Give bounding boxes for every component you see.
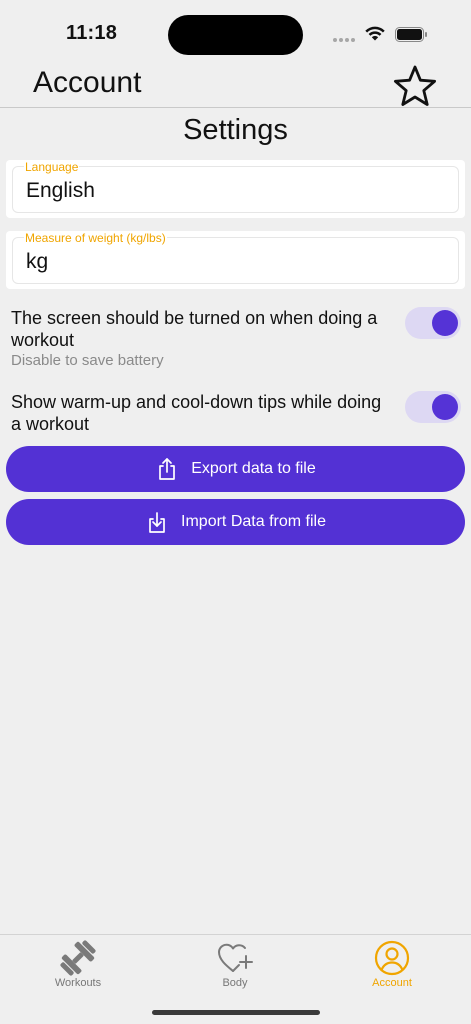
- cellular-signal-icon: [333, 38, 355, 42]
- settings-heading: Settings: [183, 114, 288, 146]
- tab-account-label: Account: [372, 977, 412, 989]
- export-data-label: Export data to file: [191, 460, 316, 477]
- status-bar: 11:18: [0, 0, 471, 64]
- dumbbell-icon: [60, 940, 96, 976]
- screen-on-label: The screen should be turned on when doin…: [11, 308, 378, 350]
- tips-label: Show warm-up and cool-down tips while do…: [11, 392, 382, 434]
- weight-unit-value: kg: [26, 250, 49, 273]
- share-upload-icon: [159, 458, 176, 480]
- screen-on-setting: The screen should be turned on when doin…: [11, 307, 461, 369]
- export-data-button[interactable]: Export data to file: [6, 446, 465, 492]
- status-time: 11:18: [66, 22, 118, 44]
- language-value: English: [26, 179, 95, 202]
- language-label: Language: [24, 160, 80, 174]
- dynamic-island: [168, 15, 303, 55]
- toggle-knob: [432, 394, 458, 420]
- download-icon: [149, 512, 165, 533]
- weight-unit-label: Measure of weight (kg/lbs): [24, 231, 167, 245]
- tab-body-label: Body: [222, 977, 248, 989]
- tab-workouts[interactable]: Workouts: [33, 939, 123, 989]
- tab-body[interactable]: Body: [190, 939, 280, 989]
- import-data-label: Import Data from file: [181, 513, 326, 530]
- tips-setting: Show warm-up and cool-down tips while do…: [11, 391, 461, 435]
- screen-on-toggle[interactable]: [405, 307, 461, 339]
- header: Account: [0, 64, 471, 108]
- page-title: Account: [33, 66, 142, 99]
- toggle-knob: [432, 310, 458, 336]
- weight-field-card: Measure of weight (kg/lbs) kg: [6, 231, 465, 289]
- home-indicator: [152, 1010, 320, 1015]
- language-field-card: Language English: [6, 160, 465, 218]
- wifi-icon: [365, 26, 385, 41]
- tips-toggle[interactable]: [405, 391, 461, 423]
- heart-plus-icon: [218, 943, 253, 972]
- screen-on-sublabel: Disable to save battery: [11, 352, 164, 369]
- tab-workouts-label: Workouts: [54, 977, 102, 989]
- star-icon: [394, 65, 436, 106]
- language-field[interactable]: Language English: [12, 160, 459, 213]
- import-data-button[interactable]: Import Data from file: [6, 499, 465, 545]
- account-icon: [374, 940, 410, 976]
- weight-unit-field[interactable]: Measure of weight (kg/lbs) kg: [12, 231, 459, 284]
- tab-account[interactable]: Account: [347, 939, 437, 989]
- battery-icon: [395, 27, 427, 42]
- favorite-button[interactable]: [391, 64, 439, 108]
